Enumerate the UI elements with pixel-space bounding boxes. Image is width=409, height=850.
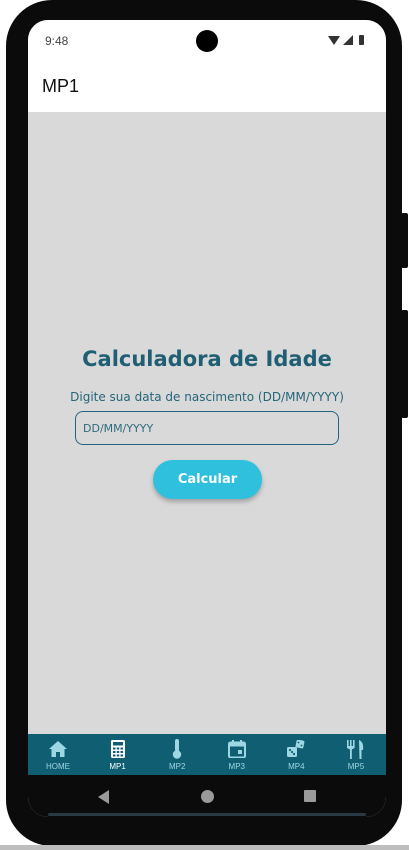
nav-label-mp5: MP5 [347,762,365,771]
thermometer-icon [172,738,182,760]
recents-icon[interactable] [304,790,316,802]
nav-item-mp3[interactable]: MP3 [219,734,255,775]
status-bar: 9:48 [28,20,386,62]
wifi-icon [328,35,340,45]
nav-item-mp5[interactable]: MP5 [338,734,374,775]
status-icons [328,35,364,45]
nav-label-mp3: MP3 [228,762,245,771]
page-title: Calculadora de Idade [82,347,332,371]
back-icon[interactable] [98,790,109,804]
nav-item-mp1[interactable]: MP1 [100,734,136,775]
screen-bottom-edge [48,813,366,816]
frame-shadow [0,845,409,850]
nav-label-home: HOME [46,762,70,771]
birthdate-input[interactable] [75,411,339,445]
power-button [401,213,408,268]
system-navigation-bar [28,775,386,817]
calculator-icon [110,738,125,760]
home-icon [49,738,67,760]
nav-label-mp2: MP2 [168,762,186,771]
bottom-navigation: HOME MP1 MP2 MP3 MP4 MP5 [28,734,386,775]
calendar-icon [227,738,246,760]
volume-button [401,310,408,418]
app-bar-title: MP1 [42,76,80,96]
birthdate-label: Digite sua data de nascimento (DD/MM/YYY… [70,390,344,404]
home-circle-icon[interactable] [201,790,214,803]
restaurant-icon [346,738,365,760]
app-bar: MP1 [28,62,386,112]
signal-icon [343,35,353,45]
nav-item-mp4[interactable]: MP4 [278,734,314,775]
nav-item-mp2[interactable]: MP2 [159,734,195,775]
camera-cutout [196,30,218,52]
calculate-button[interactable]: Calcular [153,460,262,499]
battery-icon [359,35,364,45]
nav-label-mp4: MP4 [288,762,305,771]
status-time: 9:48 [45,34,69,48]
main-content: Calculadora de Idade Digite sua data de … [28,112,386,734]
screen: 9:48 MP1 Calculadora de Idade Digite sua… [28,20,386,817]
nav-item-home[interactable]: HOME [40,734,76,775]
dice-icon [287,738,305,760]
nav-label-mp1: MP1 [109,762,126,771]
